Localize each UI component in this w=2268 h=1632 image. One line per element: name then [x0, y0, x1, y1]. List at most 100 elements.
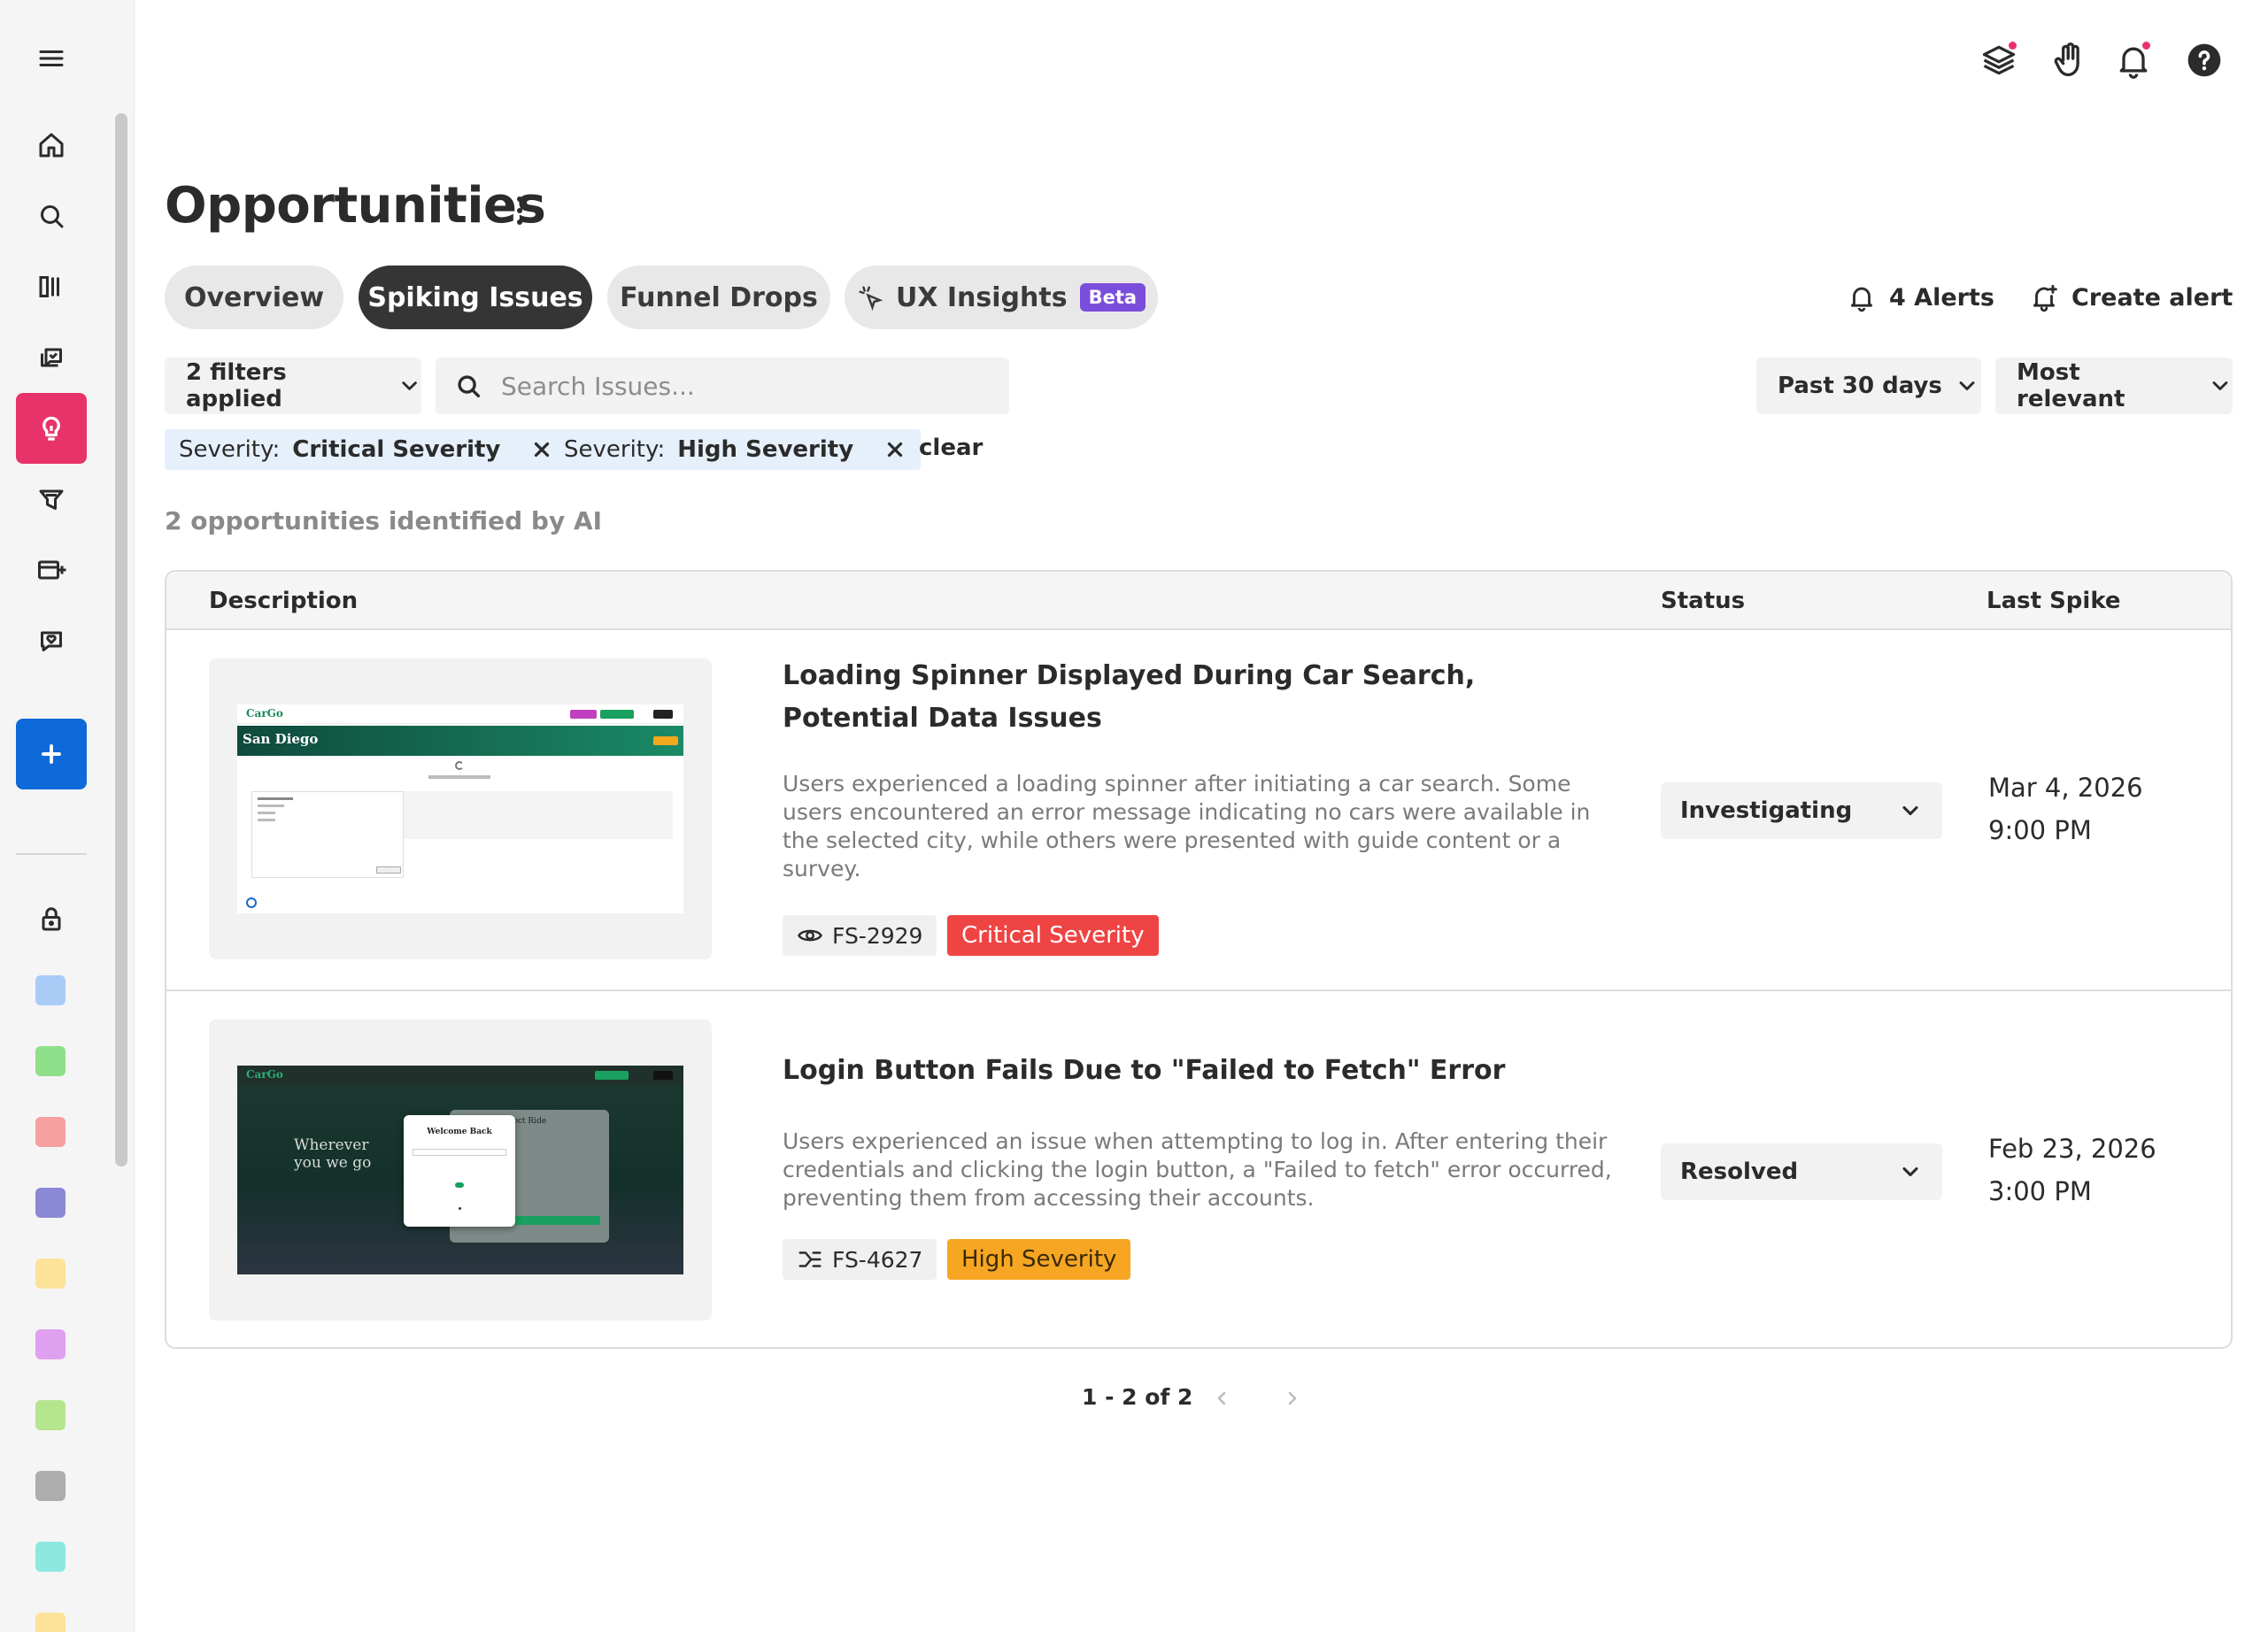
sidebar-scrollbar[interactable]: [115, 113, 127, 1166]
search-icon[interactable]: [16, 181, 87, 251]
opportunities-lightbulb-icon[interactable]: [16, 393, 87, 464]
issue-title[interactable]: Login Button Fails Due to "Failed to Fet…: [783, 1050, 1615, 1092]
previous-page-button[interactable]: [1206, 1382, 1238, 1414]
lock-icon[interactable]: [16, 883, 87, 954]
sidebar: [0, 0, 135, 1632]
space-swatch[interactable]: [35, 1188, 66, 1218]
column-header-status[interactable]: Status: [1661, 588, 1745, 614]
create-alert-button[interactable]: Create alert: [2029, 278, 2233, 317]
last-spike: Mar 4, 2026 9:00 PM: [1988, 766, 2143, 851]
clear-filters-link[interactable]: clear: [919, 435, 983, 461]
chip-value: Critical Severity: [292, 436, 501, 463]
session-id: FS-2929: [832, 922, 923, 949]
chip-key: Severity:: [179, 436, 281, 463]
space-swatch[interactable]: [35, 1046, 66, 1076]
last-spike-time: 3:00 PM: [1988, 1176, 2092, 1206]
alerts-button[interactable]: 4 Alerts: [1847, 278, 1994, 317]
hand-icon[interactable]: [2045, 35, 2094, 85]
tab-funnel-drops[interactable]: Funnel Drops: [607, 266, 830, 329]
menu-icon[interactable]: [16, 23, 87, 94]
thumb-modal-title: Welcome Back: [427, 1128, 492, 1136]
status-dropdown[interactable]: Investigating: [1661, 782, 1942, 839]
chevron-down-icon: [402, 381, 417, 390]
filter-chip-critical: Severity: Critical Severity: [165, 429, 568, 470]
column-header-description[interactable]: Description: [209, 588, 358, 614]
session-id: FS-4627: [832, 1246, 923, 1273]
table-row[interactable]: CarGo Wherever you we go ur Perfect Ride…: [166, 989, 2231, 1347]
filter-chip-high: Severity: High Severity: [550, 429, 922, 470]
space-swatch[interactable]: [35, 1542, 66, 1572]
add-card-icon[interactable]: [16, 535, 87, 605]
create-alert-label: Create alert: [2071, 283, 2233, 312]
feedback-heart-icon[interactable]: [16, 605, 87, 676]
space-swatch[interactable]: [35, 1117, 66, 1147]
session-thumbnail[interactable]: CarGo Wherever you we go ur Perfect Ride…: [209, 1020, 712, 1320]
date-range-label: Past 30 days: [1778, 373, 1942, 399]
tab-label: Overview: [183, 281, 325, 313]
help-icon[interactable]: [2179, 35, 2229, 85]
space-swatch[interactable]: [35, 1259, 66, 1289]
status-value: Investigating: [1680, 797, 1853, 824]
chevron-down-icon: [1902, 805, 1918, 816]
funnel-merge-icon: [798, 1251, 822, 1267]
last-spike-time: 9:00 PM: [1988, 815, 2092, 845]
layers-icon[interactable]: [1974, 35, 2024, 85]
add-button[interactable]: [16, 719, 87, 789]
search-box[interactable]: [436, 358, 1009, 414]
pagination-label: 1 - 2 of 2: [1082, 1384, 1193, 1410]
chevron-down-icon: [1902, 1166, 1918, 1177]
filters-label: 2 filters applied: [186, 359, 287, 412]
issue-description: Users experienced an issue when attempti…: [783, 1128, 1612, 1211]
severity-badge: Critical Severity: [947, 915, 1159, 956]
space-swatch[interactable]: [35, 1613, 66, 1632]
session-id-tag[interactable]: FS-4627: [783, 1239, 937, 1280]
thumb-brand: CarGo: [246, 1068, 283, 1081]
space-swatch[interactable]: [35, 975, 66, 1005]
tab-label: Funnel Drops: [620, 281, 818, 313]
session-id-tag[interactable]: FS-2929: [783, 915, 937, 956]
page-more-options-icon[interactable]: [506, 193, 533, 228]
page-title: Opportunities: [165, 177, 546, 235]
session-thumbnail[interactable]: CarGo San Diego: [209, 658, 712, 959]
sort-dropdown[interactable]: Most relevant: [1995, 358, 2233, 414]
filters-dropdown[interactable]: 2 filters applied: [165, 358, 421, 414]
tab-ux-insights[interactable]: UX Insights Beta: [845, 266, 1158, 329]
column-header-last-spike[interactable]: Last Spike: [1986, 588, 2121, 614]
status-dropdown[interactable]: Resolved: [1661, 1143, 1942, 1200]
issue-title[interactable]: Loading Spinner Displayed During Car Sea…: [783, 655, 1615, 740]
sort-label: Most relevant: [2017, 359, 2125, 412]
last-spike: Feb 23, 2026 3:00 PM: [1988, 1128, 2156, 1212]
sidebar-divider: [16, 853, 87, 855]
chip-key: Severity:: [564, 436, 666, 463]
status-value: Resolved: [1680, 1159, 1799, 1185]
date-range-dropdown[interactable]: Past 30 days: [1756, 358, 1981, 414]
search-icon: [458, 375, 481, 398]
beta-badge: Beta: [1079, 283, 1146, 312]
space-swatch[interactable]: [35, 1329, 66, 1359]
dashboards-icon[interactable]: [16, 251, 87, 322]
alerts-label: 4 Alerts: [1889, 283, 1994, 312]
eye-icon: [798, 929, 822, 942]
funnel-icon[interactable]: [16, 464, 87, 535]
tab-overview[interactable]: Overview: [165, 266, 343, 329]
remove-filter-icon[interactable]: [883, 438, 906, 461]
space-swatch[interactable]: [35, 1471, 66, 1501]
opportunities-count: 2 opportunities identified by AI: [165, 506, 603, 535]
thumb-heading: San Diego: [243, 731, 319, 747]
tab-label: UX Insights: [895, 281, 1068, 313]
thumb-brand: CarGo: [246, 707, 283, 720]
table-row[interactable]: CarGo San Diego Loading Spinner Displaye…: [166, 630, 2231, 989]
bell-icon: [1850, 287, 1873, 312]
next-page-button[interactable]: [1277, 1382, 1308, 1414]
search-input[interactable]: [501, 371, 997, 401]
chevron-right-icon: [1288, 1391, 1297, 1405]
chevron-down-icon: [1959, 381, 1975, 390]
notifications-bell-icon[interactable]: [2109, 35, 2158, 85]
home-icon[interactable]: [16, 110, 87, 181]
issue-description: Users experienced a loading spinner afte…: [783, 771, 1591, 881]
opportunities-table: Description Status Last Spike CarGo San …: [165, 570, 2233, 1349]
sessions-icon[interactable]: [16, 322, 87, 393]
tab-label: Spiking Issues: [367, 281, 583, 313]
space-swatch[interactable]: [35, 1400, 66, 1430]
tab-spiking-issues[interactable]: Spiking Issues: [359, 266, 592, 329]
